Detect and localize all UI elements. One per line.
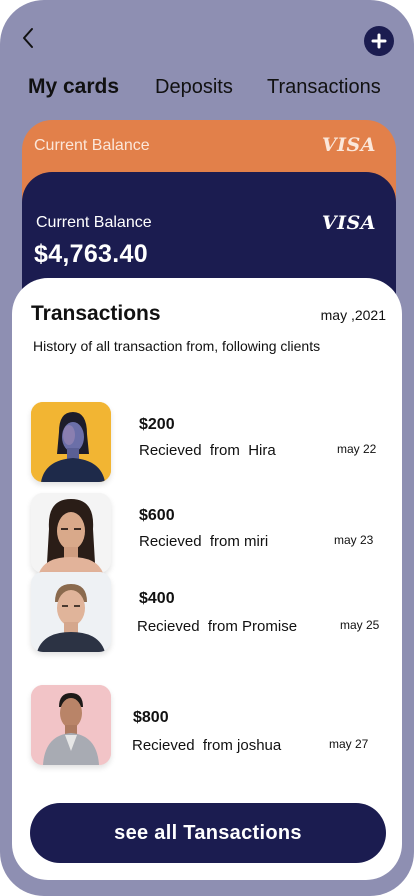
transaction-amount: $400 (139, 590, 175, 607)
visa-logo: VISA (321, 212, 376, 234)
transaction-description: Recieved from Promise (137, 618, 298, 635)
sheet-subtitle: History of all transaction from, followi… (33, 338, 321, 354)
back-button[interactable] (16, 26, 40, 50)
tab-my-cards[interactable]: My cards (28, 75, 119, 99)
person-photo-icon (31, 402, 111, 482)
sheet-date[interactable]: may ,2021 (321, 307, 386, 323)
transactions-sheet: Transactions may ,2021 History of all tr… (12, 278, 402, 880)
card-balance-label: Current Balance (34, 137, 150, 154)
transaction-date: may 27 (329, 737, 369, 751)
chevron-left-icon (23, 28, 33, 48)
transaction-description: Recieved from miri (139, 533, 269, 550)
transaction-row[interactable]: $400 Recieved from Promise may 25 (12, 572, 402, 656)
avatar (31, 493, 111, 573)
transaction-row[interactable]: $600 Recieved from miri may 23 (12, 493, 402, 577)
visa-logo: VISA (321, 134, 376, 156)
tab-bar: My cards Deposits Transactions (0, 74, 414, 106)
avatar (31, 402, 111, 482)
plus-icon (371, 33, 387, 49)
transaction-date: may 22 (337, 442, 377, 456)
person-photo-icon (31, 685, 111, 765)
transaction-amount: $200 (139, 416, 175, 433)
transaction-description: Recieved from Hira (139, 442, 276, 459)
person-photo-icon (31, 493, 111, 573)
tab-transactions[interactable]: Transactions (267, 76, 381, 99)
transaction-description: Recieved from joshua (132, 737, 282, 754)
add-button[interactable] (364, 26, 394, 56)
transaction-amount: $800 (133, 709, 169, 726)
transaction-date: may 25 (340, 618, 380, 632)
person-photo-icon (31, 572, 111, 652)
transaction-amount: $600 (139, 507, 175, 524)
sheet-title: Transactions (31, 302, 161, 325)
transaction-date: may 23 (334, 533, 374, 547)
transaction-row[interactable]: $800 Recieved from joshua may 27 (12, 685, 402, 769)
card-balance-label: Current Balance (36, 214, 152, 231)
phone-frame: My cards Deposits Transactions Current B… (0, 0, 414, 896)
tab-deposits[interactable]: Deposits (155, 76, 233, 99)
transaction-row[interactable]: $200 Recieved from Hira may 22 (12, 402, 402, 486)
card-balance-amount: $4,763.40 (34, 240, 148, 268)
avatar (31, 685, 111, 765)
see-all-transactions-button[interactable]: see all Tansactions (30, 803, 386, 863)
avatar (31, 572, 111, 652)
